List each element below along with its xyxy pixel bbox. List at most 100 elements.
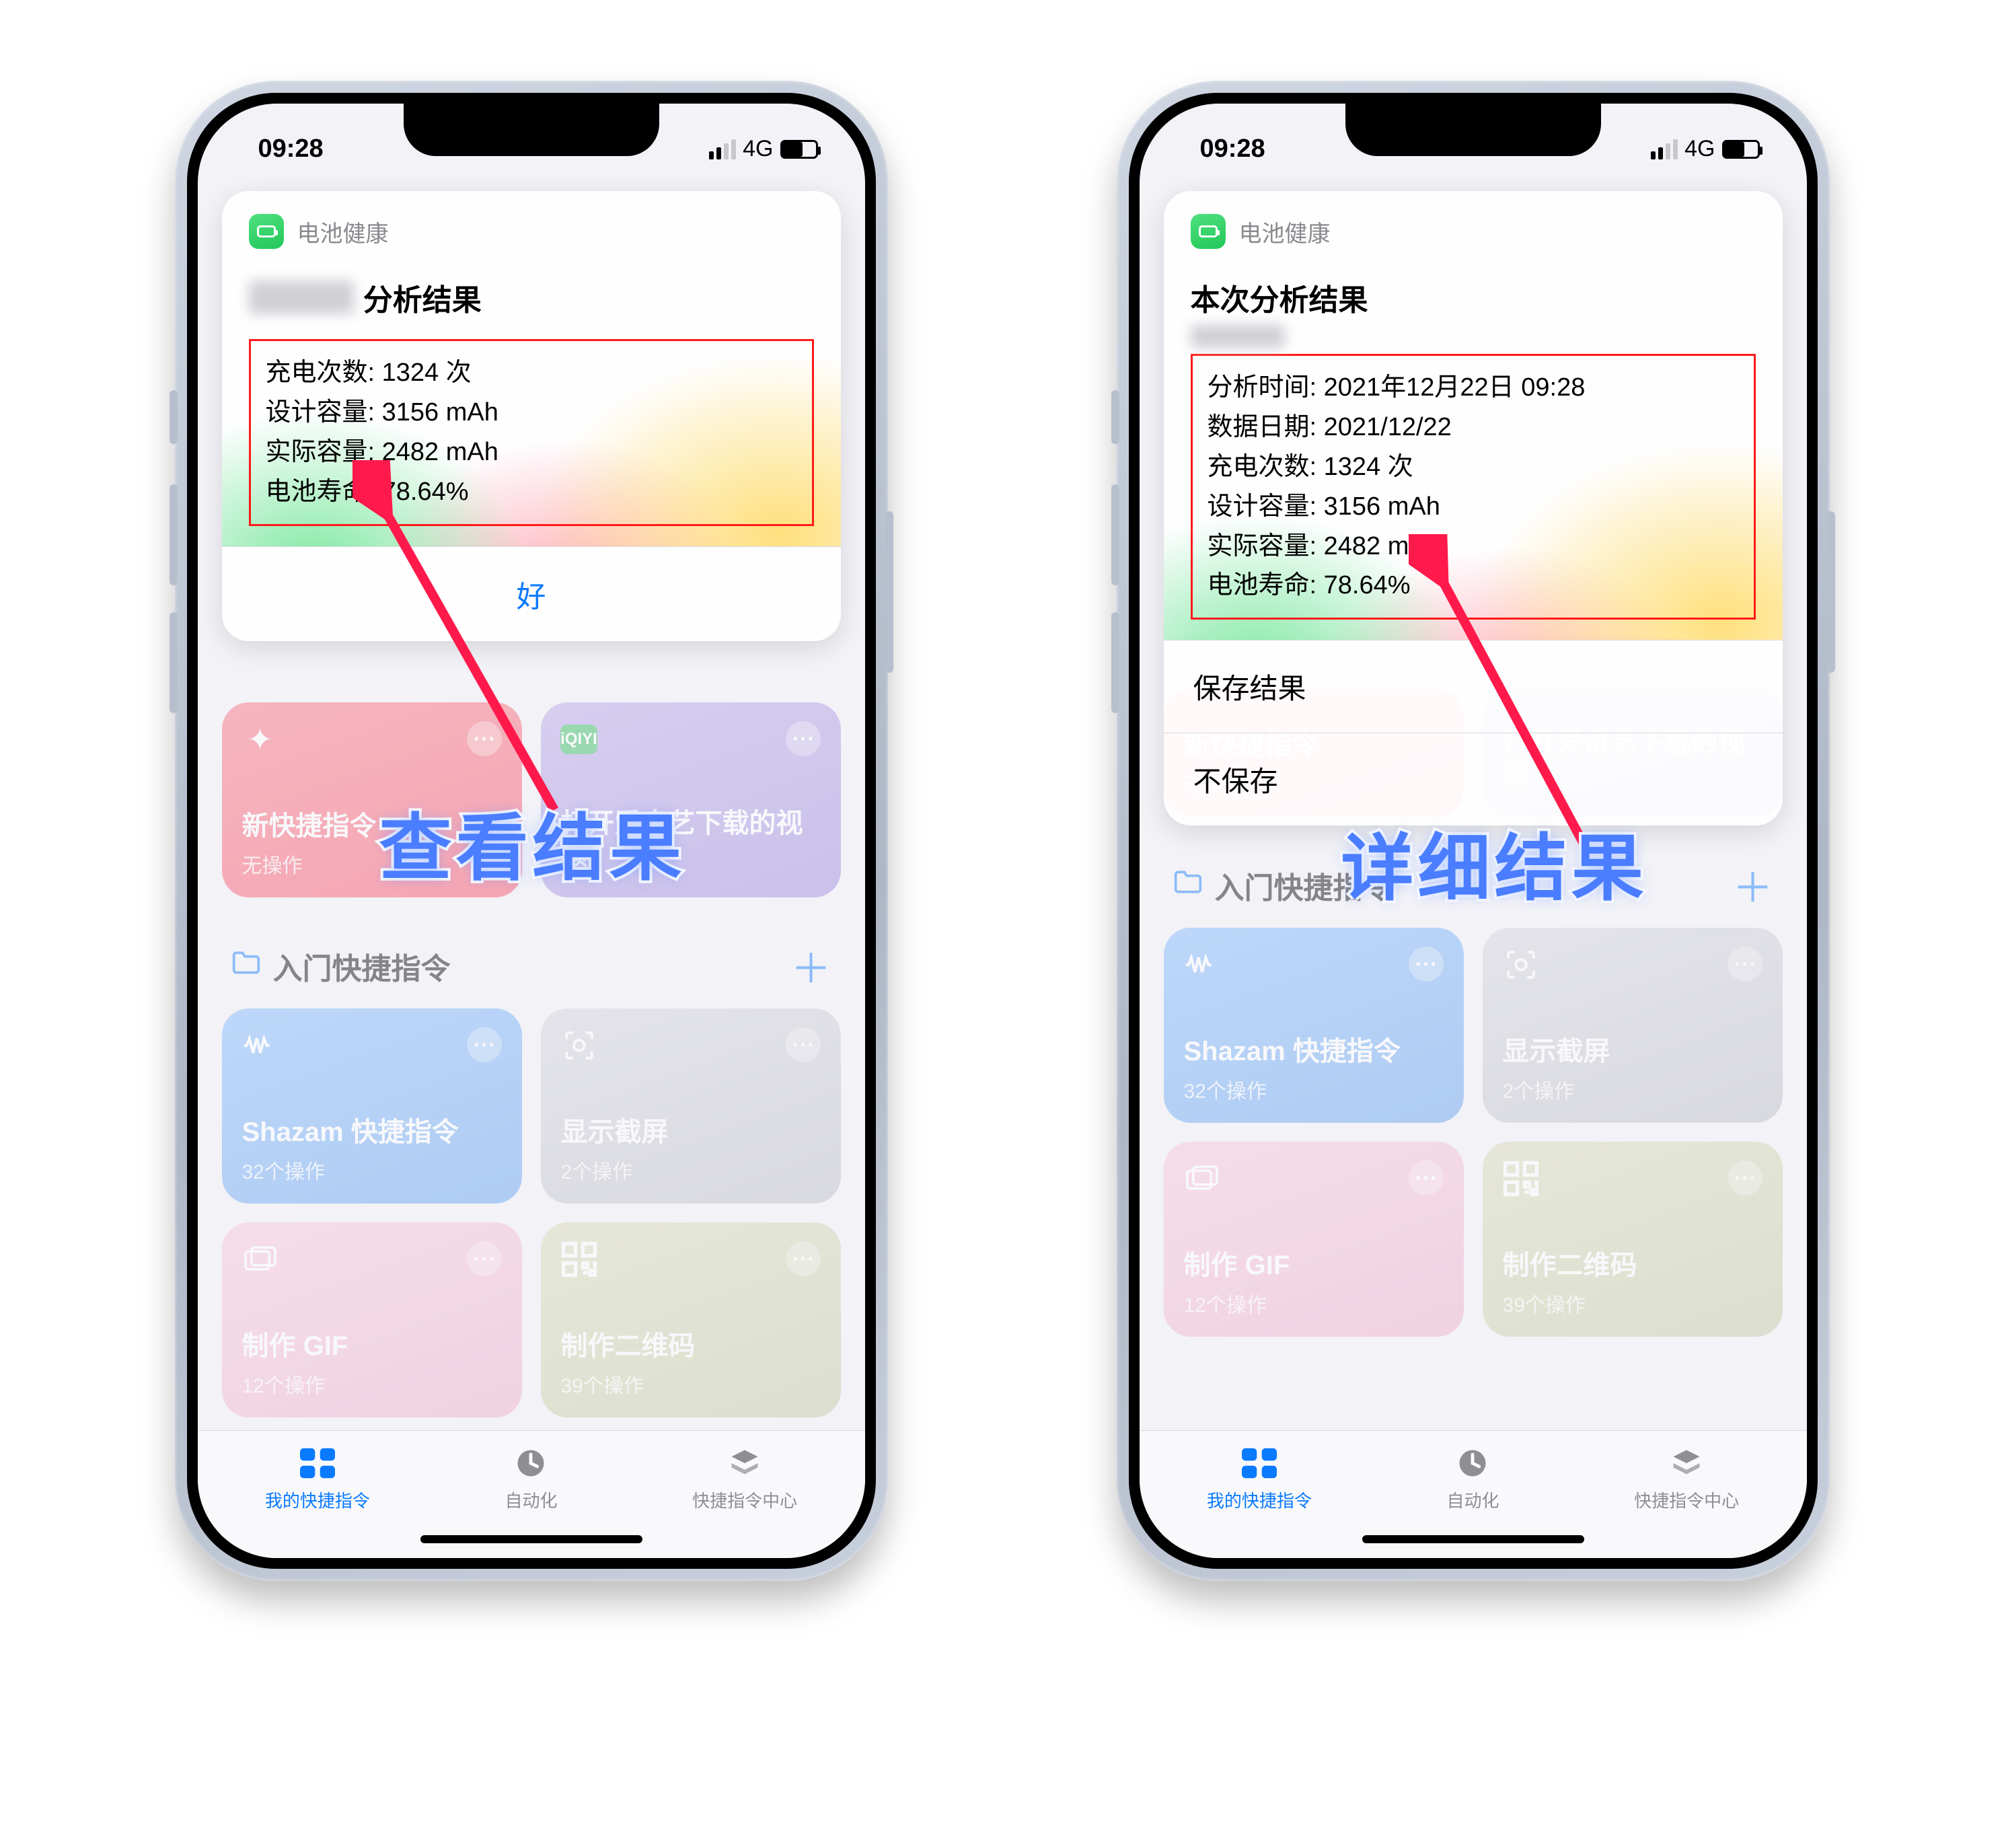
power-button[interactable] <box>1827 511 1835 673</box>
result-title: hidden 分析结果 <box>249 276 814 319</box>
tab-gallery[interactable]: 快捷指令中心 <box>1634 1446 1739 1512</box>
section-header: 入门快捷指令 ＋ <box>222 916 841 1008</box>
tab-my-shortcuts[interactable]: 我的快捷指令 <box>1207 1446 1312 1512</box>
save-button[interactable]: 保存结果 <box>1164 640 1783 733</box>
sheet-app-name: 电池健康 <box>1239 215 1331 248</box>
sheet-app-name: 电池健康 <box>297 215 389 248</box>
more-icon[interactable] <box>467 1241 502 1276</box>
images-icon <box>242 1241 279 1278</box>
images-icon <box>1184 1160 1220 1197</box>
wand-icon <box>242 721 279 757</box>
tile-title: 显示截屏 <box>1503 1035 1762 1068</box>
tile-gif[interactable]: 制作 GIF 12个操作 <box>1164 1142 1464 1337</box>
more-icon[interactable] <box>1409 1160 1444 1195</box>
more-icon[interactable] <box>467 1027 502 1062</box>
tile-sub: 32个操作 <box>1184 1074 1444 1104</box>
tab-my-shortcuts[interactable]: 我的快捷指令 <box>265 1446 370 1512</box>
tile-qrcode[interactable]: 制作二维码 39个操作 <box>541 1222 841 1417</box>
ok-button[interactable]: 好 <box>222 546 841 641</box>
home-indicator[interactable] <box>1362 1535 1584 1543</box>
result-highlight-box: 分析时间: 2021年12月22日 09:28 数据日期: 2021/12/22… <box>1191 354 1756 620</box>
waveform-icon <box>1184 947 1220 983</box>
line-analyzed-at: 分析时间: 2021年12月22日 09:28 <box>1208 368 1739 408</box>
camera-icon <box>1503 947 1539 983</box>
tile-screenshot[interactable]: 显示截屏 2个操作 <box>541 1008 841 1204</box>
battery-icon <box>780 140 818 159</box>
phone-frame-left: 09:28 4G 新快捷指令 无操作 <box>175 81 888 1581</box>
battery-app-icon <box>1191 214 1226 249</box>
camera-icon <box>561 1027 597 1064</box>
volume-down-button[interactable] <box>1111 612 1119 713</box>
line-charge-count: 充电次数: 1324 次 <box>1208 447 1739 487</box>
line-actual-capacity: 实际容量: 2482 mAh <box>1208 527 1739 566</box>
tile-qrcode[interactable]: 制作二维码 39个操作 <box>1483 1142 1783 1337</box>
tab-automation[interactable]: 自动化 <box>1446 1446 1499 1512</box>
more-icon[interactable] <box>786 721 821 756</box>
folder-icon <box>1173 868 1203 902</box>
tab-automation[interactable]: 自动化 <box>505 1446 557 1512</box>
volume-up-button[interactable] <box>1111 484 1119 585</box>
battery-app-icon <box>249 214 284 249</box>
more-icon[interactable] <box>1728 947 1762 982</box>
tile-sub: 32个操作 <box>242 1155 502 1185</box>
iqiyi-icon: iQIYI <box>561 721 597 757</box>
mute-switch[interactable] <box>1111 390 1119 444</box>
line-battery-life: 电池寿命: 78.64% <box>1208 566 1739 605</box>
section-title: 入门快捷指令 <box>273 945 451 988</box>
battery-icon <box>1722 140 1760 159</box>
power-button[interactable] <box>885 511 893 673</box>
hidden-text <box>1191 325 1285 348</box>
home-indicator[interactable] <box>420 1535 642 1543</box>
tile-sub: 2个操作 <box>561 1155 821 1185</box>
mute-switch[interactable] <box>170 390 178 444</box>
line-battery-life: 电池寿命: 78.64% <box>266 472 797 512</box>
more-icon[interactable] <box>1728 1160 1762 1195</box>
volume-down-button[interactable] <box>170 612 178 713</box>
tile-title: 制作二维码 <box>561 1330 821 1362</box>
result-title: 本次分析结果 <box>1191 276 1756 319</box>
qrcode-icon <box>1503 1160 1539 1197</box>
tile-sub: 39个操作 <box>561 1369 821 1399</box>
tile-sub: 12个操作 <box>242 1369 502 1399</box>
tile-sub: 12个操作 <box>1184 1288 1444 1318</box>
tile-title: Shazam 快捷指令 <box>1184 1035 1444 1068</box>
line-design-capacity: 设计容量: 3156 mAh <box>266 393 797 433</box>
add-icon[interactable]: ＋ <box>791 936 831 995</box>
qrcode-icon <box>561 1241 597 1278</box>
signal-icon <box>1651 139 1678 159</box>
notch <box>1345 104 1601 156</box>
tile-title: 制作 GIF <box>1184 1249 1444 1282</box>
tile-shazam[interactable]: Shazam 快捷指令 32个操作 <box>222 1008 522 1204</box>
hidden-text: hidden <box>249 281 354 314</box>
more-icon[interactable] <box>786 1241 821 1276</box>
network-label: 4G <box>743 136 773 162</box>
volume-up-button[interactable] <box>170 484 178 585</box>
notch <box>404 104 659 156</box>
line-data-date: 数据日期: 2021/12/22 <box>1208 408 1739 447</box>
more-icon[interactable] <box>786 1027 821 1062</box>
line-actual-capacity: 实际容量: 2482 mAh <box>266 433 797 472</box>
tile-title: Shazam 快捷指令 <box>242 1116 502 1148</box>
phone-frame-right: 09:28 4G 新快捷指令 无操作 <box>1117 81 1830 1581</box>
add-icon[interactable]: ＋ <box>1733 856 1773 914</box>
line-charge-count: 充电次数: 1324 次 <box>266 353 797 393</box>
annotation-caption: 详细结果 <box>1341 810 1648 915</box>
clock: 09:28 <box>1200 135 1265 163</box>
more-icon[interactable] <box>1409 947 1444 982</box>
tile-sub: 2个操作 <box>1503 1074 1762 1104</box>
result-alert: 电池健康 hidden 分析结果 充电次数: 1324 次 设计容量: 3156… <box>222 191 841 641</box>
tile-screenshot[interactable]: 显示截屏 2个操作 <box>1483 928 1783 1123</box>
more-icon[interactable] <box>467 721 502 756</box>
line-design-capacity: 设计容量: 3156 mAh <box>1208 487 1739 527</box>
waveform-icon <box>242 1027 279 1064</box>
annotation-caption: 查看结果 <box>379 790 686 895</box>
network-label: 4G <box>1684 136 1715 162</box>
tile-title: 制作二维码 <box>1503 1249 1762 1282</box>
result-alert: 电池健康 本次分析结果 分析时间: 2021年12月22日 09:28 数据日期… <box>1164 191 1783 825</box>
signal-icon <box>709 139 736 159</box>
clock: 09:28 <box>258 135 324 163</box>
tile-title: 制作 GIF <box>242 1330 502 1362</box>
tile-gif[interactable]: 制作 GIF 12个操作 <box>222 1222 522 1417</box>
tile-shazam[interactable]: Shazam 快捷指令 32个操作 <box>1164 928 1464 1123</box>
tab-gallery[interactable]: 快捷指令中心 <box>692 1446 797 1512</box>
